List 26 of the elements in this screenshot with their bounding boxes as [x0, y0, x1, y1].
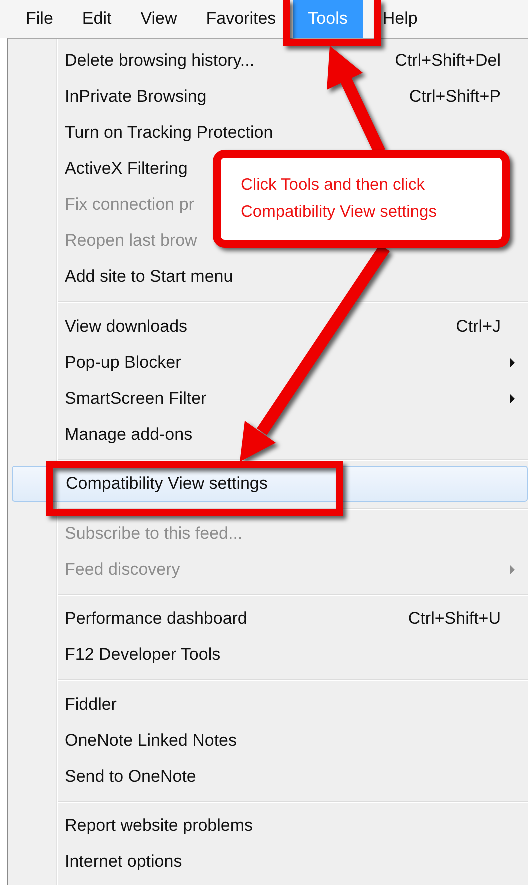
menu-item[interactable]: Turn on Tracking Protection — [8, 115, 528, 151]
menu-item[interactable]: Delete browsing history... Ctrl+Shift+Del — [8, 43, 528, 79]
menu-item[interactable]: View downloads Ctrl+J — [8, 308, 528, 344]
menu-bar-item[interactable]: File — [14, 0, 66, 38]
menu-item[interactable]: SmartScreen Filter — [8, 380, 528, 416]
shortcut-text: Ctrl+Shift+U — [408, 609, 501, 629]
menu-item[interactable]: Add site to Start menu — [8, 259, 528, 295]
callout-text: Click Tools and then click Compatibility View settings — [241, 175, 437, 223]
menu-item[interactable]: Fiddler — [8, 686, 528, 722]
menu-item[interactable]: F12 Developer Tools — [8, 637, 528, 673]
menu-bar-item[interactable]: Edit — [70, 0, 124, 38]
menu-bar-item[interactable]: Favorites — [194, 0, 288, 38]
menu-item[interactable]: Compatibility View settings — [12, 466, 528, 502]
menu-bar-item[interactable]: View — [128, 0, 190, 38]
menu-item[interactable]: Internet options — [8, 844, 528, 880]
menu-item[interactable]: Manage add-ons — [8, 416, 528, 452]
shortcut-text: Ctrl+J — [456, 316, 501, 336]
shortcut-text: Ctrl+Shift+Del — [395, 51, 501, 71]
menu-bar-item[interactable]: Help — [370, 0, 430, 38]
menu-item[interactable]: Report website problems — [8, 808, 528, 844]
shortcut-text: Ctrl+Shift+P — [409, 87, 501, 107]
menu-item[interactable]: Pop-up Blocker — [8, 344, 528, 380]
menu-item[interactable]: OneNote Linked Notes — [8, 722, 528, 758]
menu-item[interactable]: InPrivate Browsing Ctrl+Shift+P — [8, 79, 528, 115]
menu-item[interactable]: Send to OneNote — [8, 758, 528, 794]
menu-item[interactable]: Performance dashboard Ctrl+Shift+U — [8, 601, 528, 637]
